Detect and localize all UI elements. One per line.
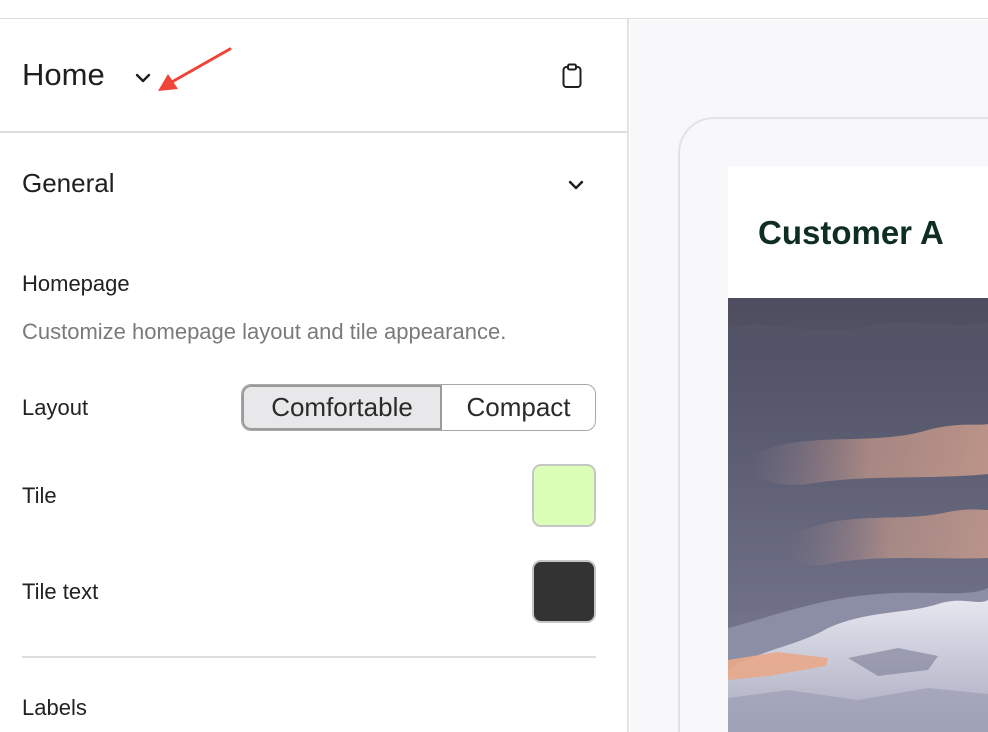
- layout-toggle: Comfortable Compact: [241, 384, 596, 431]
- brand-name: Customer A: [758, 214, 944, 251]
- hero-image: [728, 298, 988, 732]
- tile-text-label: Tile text: [22, 579, 99, 604]
- labels-section-title[interactable]: Labels: [22, 694, 87, 722]
- section-divider: [22, 656, 596, 658]
- clipboard-button[interactable]: [557, 61, 587, 91]
- preview-pane: Customer A: [630, 20, 988, 732]
- layout-label: Layout: [22, 395, 89, 420]
- preview-header: Customer A: [728, 166, 988, 298]
- panel-header: Home: [0, 19, 627, 133]
- homepage-description: Customize homepage layout and tile appea…: [22, 319, 507, 344]
- tile-color-swatch[interactable]: [532, 464, 596, 527]
- homepage-subtitle: Homepage: [22, 271, 130, 296]
- annotation-arrow: [158, 47, 232, 91]
- clipboard-icon: [562, 63, 582, 88]
- layout-option-comfortable[interactable]: Comfortable: [242, 385, 442, 430]
- chevron-down-icon[interactable]: [564, 173, 588, 197]
- page-title: Home: [22, 57, 105, 92]
- section-title[interactable]: General: [22, 167, 115, 199]
- layout-option-compact[interactable]: Compact: [442, 385, 595, 430]
- tile-text-color-swatch[interactable]: [532, 560, 596, 623]
- tile-label: Tile: [22, 483, 57, 508]
- top-bar: [0, 0, 988, 19]
- mountain-landscape-image: [728, 298, 988, 732]
- settings-panel: Home General Homepage Customize homepage…: [0, 19, 629, 732]
- chevron-down-icon[interactable]: [132, 67, 154, 89]
